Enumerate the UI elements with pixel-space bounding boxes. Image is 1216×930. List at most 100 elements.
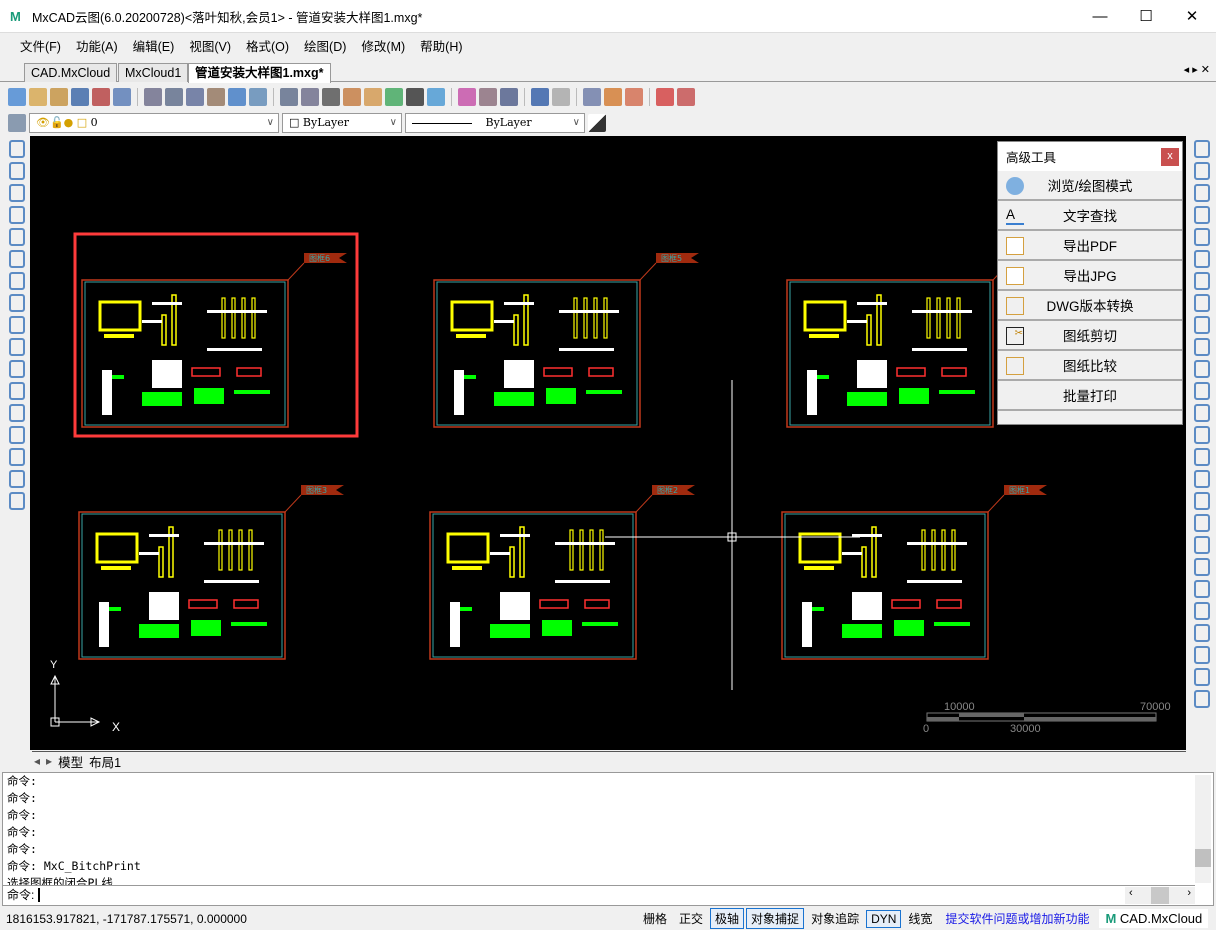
rotate-icon[interactable] — [1194, 206, 1210, 224]
match-icon[interactable] — [479, 88, 497, 106]
undo-icon[interactable] — [531, 88, 549, 106]
maximize-button[interactable]: ☐ — [1123, 0, 1169, 32]
tab-mxcloud1[interactable]: MxCloud1 — [118, 63, 189, 82]
toggle-dyn[interactable]: DYN — [866, 909, 902, 928]
text-icon[interactable] — [9, 426, 25, 444]
drawing-frame[interactable]: 图框5 — [433, 253, 699, 428]
toggle-polar[interactable]: 极轴 — [710, 908, 745, 929]
dim-angular-icon[interactable] — [1194, 580, 1210, 598]
drawing-frame[interactable]: 图框1 — [781, 485, 1047, 660]
menu-function[interactable]: 功能(A) — [76, 36, 118, 55]
join-icon[interactable] — [1194, 448, 1210, 466]
close-button[interactable]: ✕ — [1169, 0, 1215, 32]
zoom-in-icon[interactable] — [280, 88, 298, 106]
rectangle-icon[interactable] — [9, 228, 25, 246]
menu-modify[interactable]: 修改(M) — [361, 36, 405, 55]
color-select[interactable]: □ ByLayer ∨ — [282, 113, 402, 133]
palette-icon[interactable] — [364, 88, 382, 106]
toggle-grid[interactable]: 栅格 — [638, 908, 672, 929]
export-jpg-button[interactable]: 导出JPG — [998, 261, 1182, 291]
menu-draw[interactable]: 绘图(D) — [304, 36, 346, 55]
extend-icon[interactable] — [1194, 470, 1210, 488]
pentagon-icon[interactable] — [9, 206, 25, 224]
match-properties-icon[interactable] — [588, 114, 606, 132]
pencil-icon[interactable] — [343, 88, 361, 106]
layers-icon[interactable] — [385, 88, 403, 106]
zoom-previous-icon[interactable] — [249, 88, 267, 106]
layout-next-icon[interactable]: ▸ — [46, 754, 52, 768]
scale-icon[interactable] — [1194, 228, 1210, 246]
horizontal-scrollbar[interactable]: ‹ › — [1125, 887, 1195, 904]
drawing-frame[interactable]: 图框2 — [429, 485, 695, 660]
spline-icon[interactable] — [9, 294, 25, 312]
menu-view[interactable]: 视图(V) — [189, 36, 231, 55]
layer-select[interactable]: 👁🔓● □ 0 ∨ — [29, 113, 279, 133]
polygon-icon[interactable] — [9, 184, 25, 202]
insert-block-icon[interactable] — [9, 382, 25, 400]
render-icon[interactable] — [604, 88, 622, 106]
layout-prev-icon[interactable]: ◂ — [34, 754, 40, 768]
scrollbar-thumb[interactable] — [1195, 849, 1211, 867]
open-icon[interactable] — [29, 88, 47, 106]
dim-continue-icon[interactable] — [1194, 602, 1210, 620]
move-view-icon[interactable] — [322, 88, 340, 106]
menu-file[interactable]: 文件(F) — [20, 36, 61, 55]
erase-icon[interactable] — [1194, 140, 1210, 158]
zoom-out-icon[interactable] — [301, 88, 319, 106]
tab-active-drawing[interactable]: 管道安装大样图1.mxg* — [188, 63, 331, 83]
image-icon[interactable] — [677, 88, 695, 106]
drawing-frame[interactable]: 图框3 — [78, 485, 344, 660]
history-scrollbar[interactable] — [1195, 775, 1211, 883]
draworder-back-icon[interactable] — [1194, 646, 1210, 664]
pan-icon[interactable] — [207, 88, 225, 106]
properties-icon[interactable] — [458, 88, 476, 106]
copy-icon[interactable] — [1194, 162, 1210, 180]
fillet-icon[interactable] — [1194, 338, 1210, 356]
chamfer-icon[interactable] — [1194, 360, 1210, 378]
publish-icon[interactable] — [625, 88, 643, 106]
ellipse-icon[interactable] — [9, 316, 25, 334]
block-icon[interactable] — [500, 88, 518, 106]
command-input[interactable]: 命令: — [3, 885, 1195, 905]
tab-model[interactable]: 模型 — [58, 752, 83, 771]
stretch-icon[interactable] — [1194, 316, 1210, 334]
zoom-extents-icon[interactable] — [186, 88, 204, 106]
menu-help[interactable]: 帮助(H) — [420, 36, 462, 55]
table-icon[interactable] — [9, 492, 25, 510]
hatch-icon[interactable] — [9, 448, 25, 466]
export-icon[interactable] — [427, 88, 445, 106]
point-icon[interactable] — [9, 360, 25, 378]
dwg-version-convert-button[interactable]: DWG版本转换 — [998, 291, 1182, 321]
zoom-window-icon[interactable] — [165, 88, 183, 106]
explode-icon[interactable] — [1194, 426, 1210, 444]
toggle-osnap[interactable]: 对象捕捉 — [746, 908, 805, 929]
dim-radius-icon[interactable] — [1194, 536, 1210, 554]
draw-icon[interactable] — [406, 88, 424, 106]
circle-icon[interactable] — [9, 272, 25, 290]
arc-icon[interactable] — [9, 250, 25, 268]
drawing-frame[interactable]: 图框6 — [73, 232, 359, 438]
dim-aligned-icon[interactable] — [1194, 514, 1210, 532]
pdf-icon[interactable] — [656, 88, 674, 106]
open-recent-icon[interactable] — [50, 88, 68, 106]
toggle-ortho[interactable]: 正交 — [674, 908, 708, 929]
toggle-lineweight[interactable]: 线宽 — [903, 908, 937, 929]
zoom-realtime-icon[interactable] — [144, 88, 162, 106]
ucs-icon[interactable] — [228, 88, 246, 106]
tab-layout1[interactable]: 布局1 — [89, 752, 121, 771]
print-icon[interactable] — [583, 88, 601, 106]
redo-icon[interactable] — [552, 88, 570, 106]
draworder-above-icon[interactable] — [1194, 668, 1210, 686]
dim-diameter-icon[interactable] — [1194, 558, 1210, 576]
line-icon[interactable] — [9, 140, 25, 158]
draworder-below-icon[interactable] — [1194, 690, 1210, 708]
drawing-cut-button[interactable]: ✂ 图纸剪切 — [998, 321, 1182, 351]
make-block-icon[interactable] — [9, 404, 25, 422]
feedback-link[interactable]: 提交软件问题或增加新功能 — [945, 910, 1089, 927]
linetype-select[interactable]: ByLayer ∨ — [405, 113, 585, 133]
revcloud-icon[interactable] — [9, 338, 25, 356]
break-icon[interactable] — [1194, 382, 1210, 400]
mirror-icon[interactable] — [1194, 294, 1210, 312]
save-as-icon[interactable] — [92, 88, 110, 106]
toggle-otrack[interactable]: 对象追踪 — [806, 908, 864, 929]
